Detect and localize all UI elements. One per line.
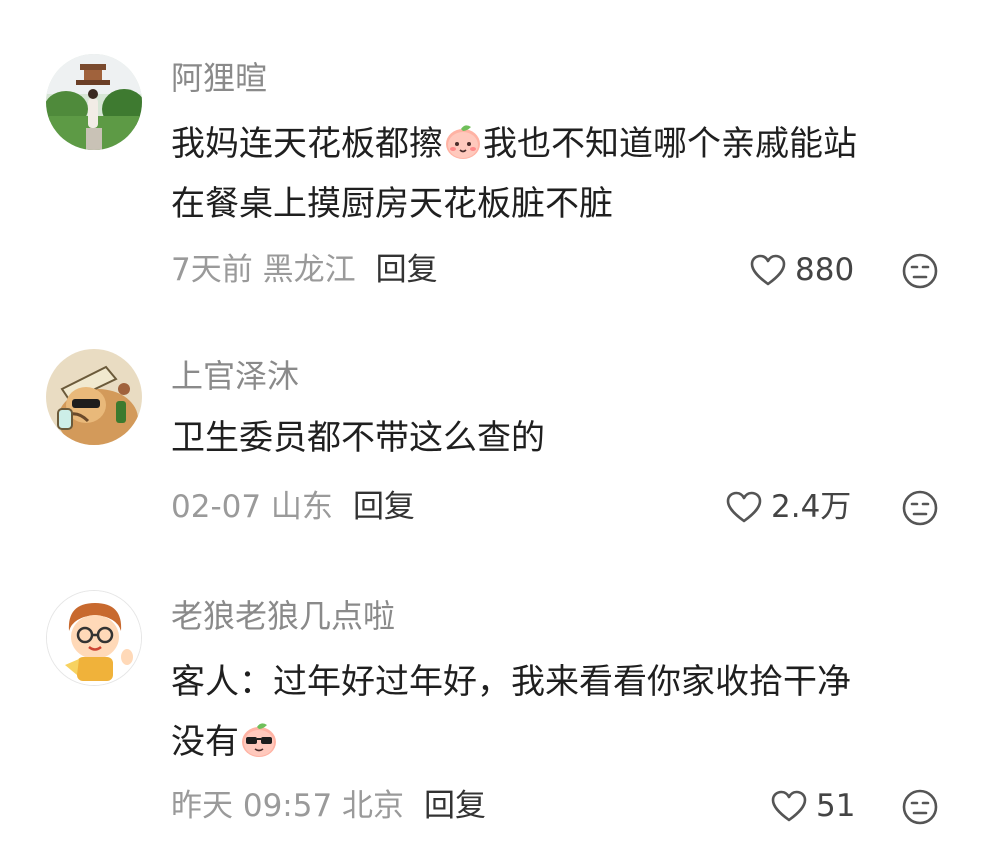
- like-button[interactable]: 51: [770, 786, 855, 826]
- avatar-cartoon-boy-image: [47, 591, 141, 685]
- comment-meta: 昨天 09:57 北京 回复: [171, 786, 486, 826]
- comment-text: 没有: [171, 712, 951, 772]
- neutral-face-icon: [902, 789, 938, 825]
- comment-item: 老狼老狼几点啦 客人：过年好过年好，我来看看你家收拾干净 没有 昨天 09:57…: [0, 0, 1000, 860]
- comment-text-part: 没有: [171, 722, 239, 762]
- username[interactable]: 老狼老狼几点啦: [171, 596, 395, 636]
- peach-sunglasses-emoji: [239, 718, 279, 758]
- comment-time-location: 昨天 09:57 北京: [171, 788, 405, 824]
- dislike-button[interactable]: [901, 788, 941, 828]
- heart-outline-icon: [771, 790, 807, 822]
- avatar[interactable]: [46, 590, 142, 686]
- like-count: 51: [816, 788, 856, 824]
- reply-button[interactable]: 回复: [424, 788, 486, 824]
- comment-text-line: 客人：过年好过年好，我来看看你家收拾干净: [171, 662, 851, 702]
